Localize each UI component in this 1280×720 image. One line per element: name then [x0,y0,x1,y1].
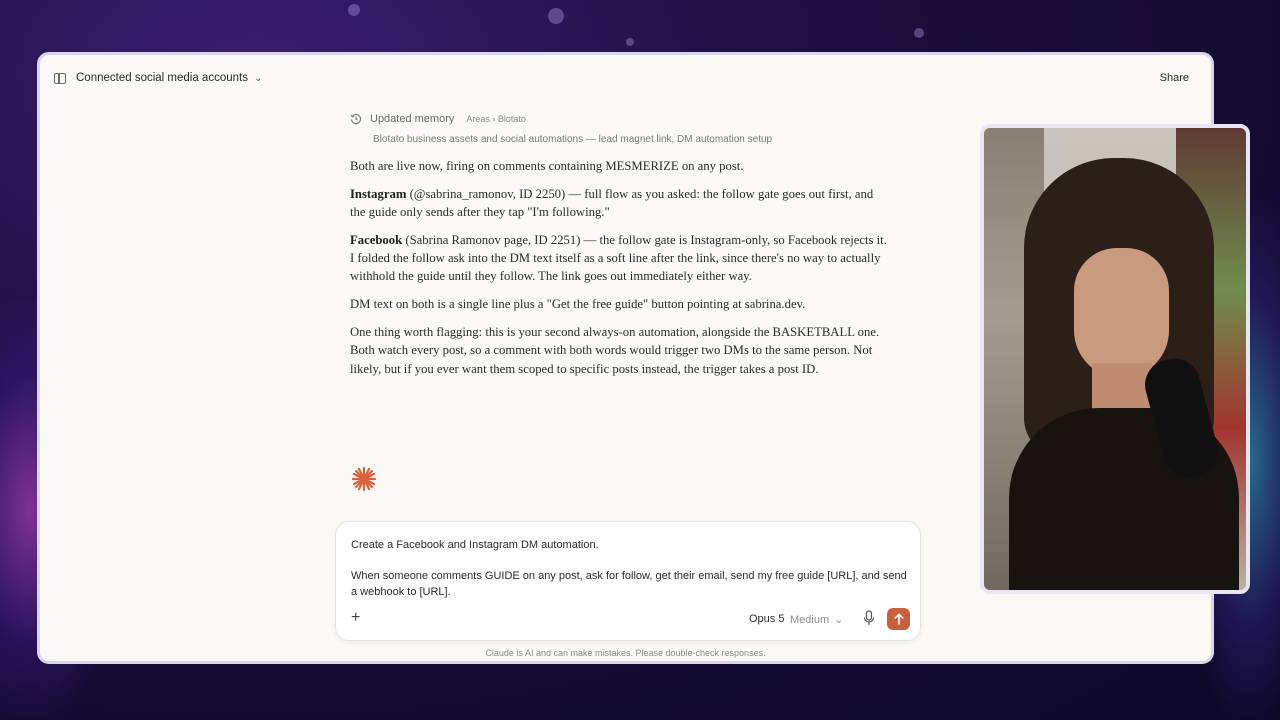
arrow-up-icon [893,613,904,625]
assistant-reply: Both are live now, firing on comments co… [350,157,890,378]
reply-text: (Sabrina Ramonov page, ID 2251) — the fo… [350,232,887,284]
claude-spark-icon [351,466,377,492]
effort-selector[interactable]: Medium ⌄ [790,613,844,627]
sidebar-toggle-icon[interactable] [54,72,66,84]
presenter-face [1074,248,1169,378]
effort-label: Medium [790,613,830,626]
reply-bold-term: Instagram [350,186,407,201]
memory-description: Blotato business assets and social autom… [373,134,773,145]
message-composer: Create a Facebook and Instagram DM autom… [335,521,921,641]
top-bar: Connected social media accounts ⌄ Share [40,55,1211,101]
chat-title-dropdown[interactable]: Connected social media accounts ⌄ [76,72,262,84]
share-button[interactable]: Share [1152,68,1197,88]
background-bokeh [914,28,924,38]
reply-text: (@sabrina_ramonov, ID 2250) — full flow … [350,186,874,220]
background-bokeh [548,8,564,24]
disclaimer: Claude is AI and can make mistakes. Plea… [485,648,766,658]
background-bokeh [626,38,634,46]
background-bokeh [348,4,360,16]
memory-update[interactable]: Updated memory Areas › Blotato [350,113,890,125]
plus-icon[interactable]: + [351,610,360,626]
memory-label: Updated memory [370,113,455,125]
chevron-down-icon: ⌄ [253,72,263,84]
chat-title: Connected social media accounts [76,72,248,84]
conversation: Updated memory Areas › Blotato Blotato b… [350,113,890,387]
message-input[interactable]: Create a Facebook and Instagram DM autom… [351,538,911,600]
send-button[interactable] [887,608,910,630]
history-icon [350,114,362,125]
reply-paragraph: One thing worth flagging: this is your s… [350,325,880,376]
reply-paragraph: Facebook (Sabrina Ramonov page, ID 2251)… [350,231,890,286]
reply-paragraph: Both are live now, firing on comments co… [350,159,744,173]
chevron-down-icon: ⌄ [834,614,844,626]
microphone-icon[interactable] [863,610,875,626]
webcam-overlay [980,124,1250,594]
reply-paragraph: Instagram (@sabrina_ramonov, ID 2250) — … [350,185,890,222]
model-selector[interactable]: Opus 5 [749,613,784,625]
reply-bold-term: Facebook [350,232,403,247]
memory-path: Areas › Blotato [466,114,526,124]
reply-paragraph: DM text on both is a single line plus a … [350,297,806,312]
